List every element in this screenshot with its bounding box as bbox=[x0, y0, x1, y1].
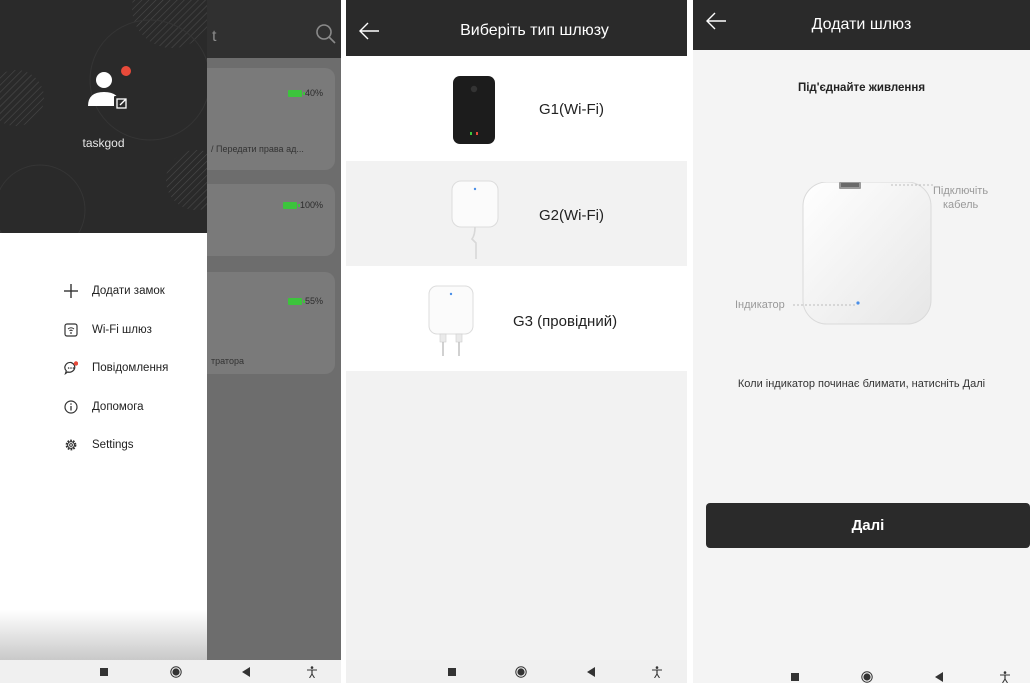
battery-percent: 40% bbox=[304, 88, 323, 98]
battery-icon bbox=[287, 297, 305, 305]
decorative-circles bbox=[0, 0, 207, 233]
recent-apps-icon[interactable] bbox=[446, 666, 458, 678]
gateway-option-g2[interactable]: G2(Wi-Fi) bbox=[346, 161, 687, 266]
cable-label: Підключіть кабель bbox=[933, 184, 988, 212]
recent-apps-icon[interactable] bbox=[789, 671, 801, 683]
indicator-label: Індикатор bbox=[735, 299, 785, 311]
gateway-option-g3[interactable]: G3 (провідний) bbox=[346, 266, 687, 371]
gear-icon bbox=[64, 438, 78, 452]
background-lock-card: 100% bbox=[207, 184, 335, 256]
search-icon[interactable] bbox=[314, 22, 338, 46]
back-nav-icon[interactable] bbox=[933, 671, 945, 683]
back-nav-icon[interactable] bbox=[240, 666, 252, 678]
add-gateway-screen: Додати шлюз Під'єднайте живлення Підключ… bbox=[693, 0, 1030, 683]
username: taskgod bbox=[82, 136, 125, 150]
background-lock-card: 40% / Передати права ад... bbox=[207, 68, 335, 170]
indicator-pointer-line bbox=[793, 304, 855, 306]
cable-label-line1: Підключіть bbox=[933, 185, 989, 197]
card-subtitle: тратора bbox=[211, 356, 244, 366]
gateway-name: G1(Wi-Fi) bbox=[539, 101, 604, 118]
page-title: Додати шлюз bbox=[811, 16, 912, 33]
plus-icon bbox=[64, 284, 78, 299]
menu-item-wifi-gateway[interactable]: Wi-Fi шлюз bbox=[64, 311, 168, 350]
home-icon[interactable] bbox=[170, 666, 182, 678]
accessibility-icon[interactable] bbox=[999, 671, 1011, 683]
menu-item-label: Допомога bbox=[92, 400, 144, 413]
background-lock-card: 55% тратора bbox=[207, 272, 335, 374]
instruction-hint: Коли індикатор починає блимати, натисніт… bbox=[737, 378, 986, 390]
menu-item-label: Wi-Fi шлюз bbox=[92, 323, 152, 336]
cable-pointer-line bbox=[891, 184, 935, 186]
menu-item-label: Повідомлення bbox=[92, 362, 169, 375]
next-button[interactable]: Далі bbox=[706, 503, 1030, 548]
accessibility-icon[interactable] bbox=[306, 666, 318, 678]
home-icon[interactable] bbox=[861, 671, 873, 683]
menu-item-add-lock[interactable]: Додати замок bbox=[64, 272, 168, 311]
accessibility-icon[interactable] bbox=[651, 666, 663, 678]
recent-apps-icon[interactable] bbox=[98, 666, 110, 678]
g2-device-image bbox=[451, 180, 499, 259]
message-icon bbox=[64, 361, 78, 376]
battery-icon bbox=[282, 201, 300, 209]
card-subtitle: / Передати права ад... bbox=[211, 144, 304, 154]
avatar[interactable] bbox=[84, 66, 132, 114]
gateway-type-screen: Виберіть тип шлюзу G1(Wi-Fi) G2(Wi-Fi) G… bbox=[346, 0, 687, 683]
side-drawer: taskgod Додати замок Wi-Fi шлюз Повідомл… bbox=[0, 0, 207, 660]
app-header: Виберіть тип шлюзу bbox=[346, 0, 687, 56]
back-nav-icon[interactable] bbox=[585, 666, 597, 678]
battery-percent: 55% bbox=[304, 296, 323, 306]
battery-indicator: 55% bbox=[287, 296, 323, 306]
battery-indicator: 40% bbox=[287, 88, 323, 98]
battery-icon bbox=[287, 89, 305, 97]
menu-item-label: Додати замок bbox=[92, 285, 165, 298]
background-header-title: t bbox=[212, 28, 217, 45]
instruction-title: Під'єднайте живлення bbox=[797, 82, 926, 94]
battery-indicator: 100% bbox=[282, 200, 323, 210]
system-nav-bar bbox=[346, 660, 687, 683]
info-icon bbox=[64, 400, 78, 414]
g1-device-image bbox=[453, 76, 495, 144]
gateway-name: G2(Wi-Fi) bbox=[539, 207, 604, 224]
wifi-gateway-icon bbox=[64, 323, 78, 337]
g3-device-image bbox=[428, 285, 474, 356]
page-title: Виберіть тип шлюзу bbox=[460, 22, 609, 39]
system-nav-bar bbox=[0, 660, 341, 683]
gateway-option-g1[interactable]: G1(Wi-Fi) bbox=[346, 56, 687, 161]
app-header: Додати шлюз bbox=[693, 0, 1030, 50]
cable-label-line2: кабель bbox=[943, 199, 979, 211]
drawer-header: taskgod bbox=[0, 0, 207, 233]
menu-item-label: Settings bbox=[92, 439, 134, 452]
drawer-bottom-fade bbox=[0, 610, 207, 660]
gateway-name: G3 (провідний) bbox=[513, 313, 618, 330]
battery-percent: 100% bbox=[299, 200, 323, 210]
menu-item-help[interactable]: Допомога bbox=[64, 388, 168, 427]
drawer-screen: t 40% / Передати права ад... 100% 55% тр… bbox=[0, 0, 341, 683]
system-nav-bar bbox=[693, 660, 1030, 683]
menu-item-messages[interactable]: Повідомлення bbox=[64, 349, 168, 388]
home-icon[interactable] bbox=[515, 666, 527, 678]
menu-item-settings[interactable]: Settings bbox=[64, 426, 168, 465]
drawer-menu: Додати замок Wi-Fi шлюз Повідомлення Доп… bbox=[64, 272, 168, 465]
